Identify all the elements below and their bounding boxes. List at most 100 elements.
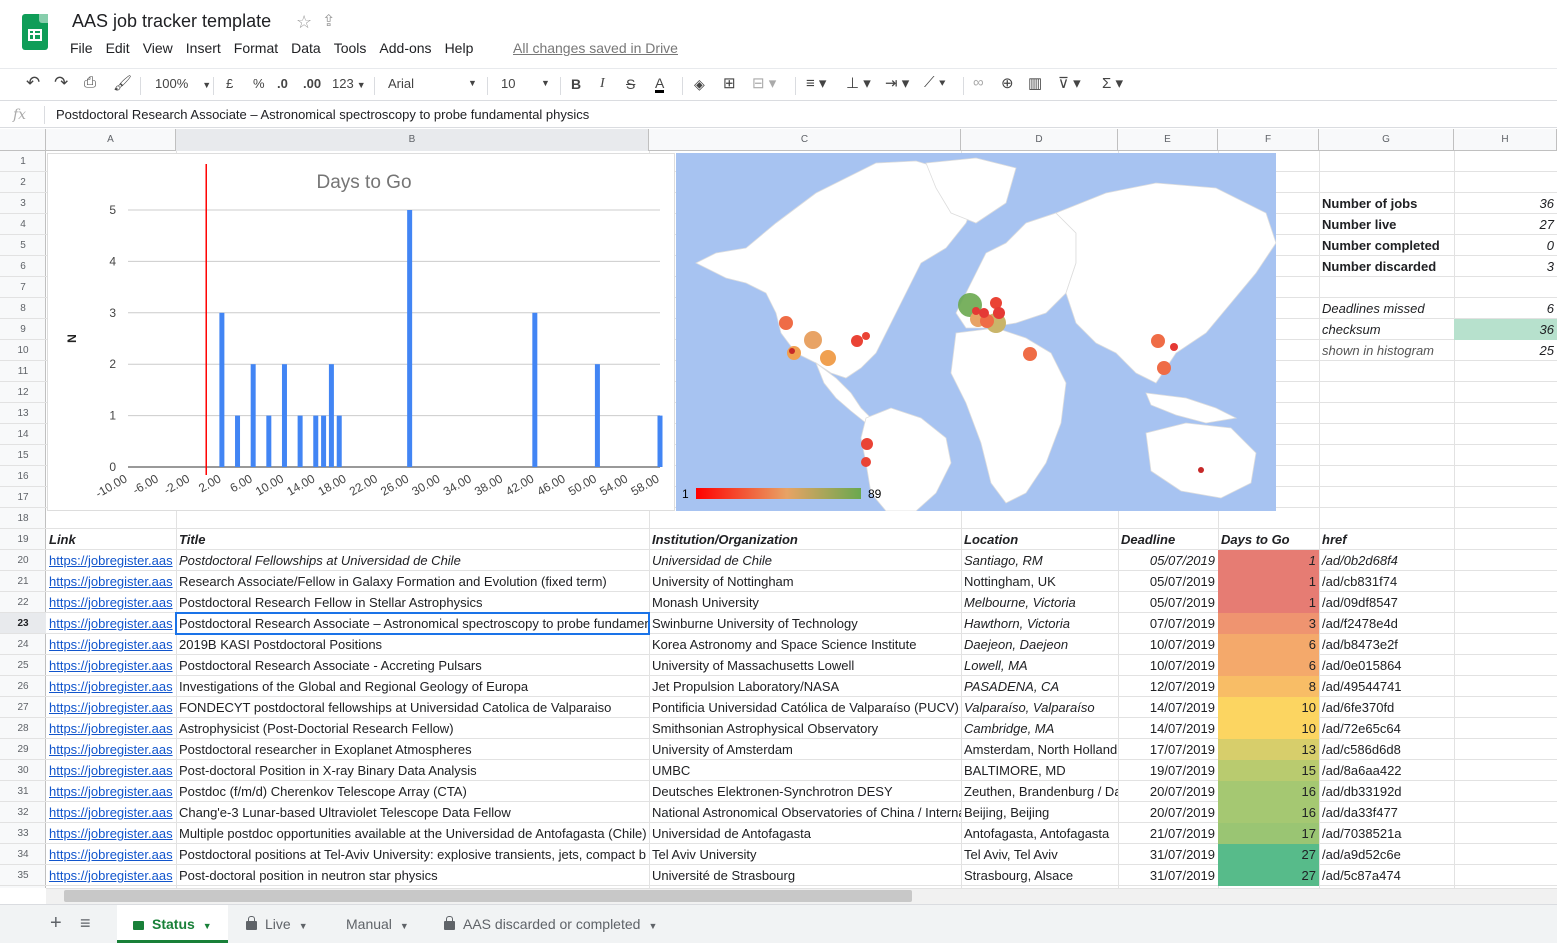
more-formats-select[interactable]: 123 ▼ (332, 76, 366, 91)
job-location[interactable]: Amsterdam, North Holland (961, 739, 1118, 760)
job-deadline[interactable]: 17/07/2019 (1118, 739, 1218, 760)
sheet-tab-discarded[interactable]: AAS discarded or completed ▼ (428, 905, 673, 943)
job-location[interactable]: Valparaíso, Valparaíso (961, 697, 1118, 718)
job-location[interactable]: Hawthorn, Victoria (961, 613, 1118, 634)
vertical-align-icon[interactable]: ⊥ ▾ (846, 74, 871, 92)
job-href[interactable]: /ad/8a6aa422 (1319, 760, 1454, 781)
map-marker[interactable] (851, 335, 863, 347)
sheets-logo-icon[interactable] (22, 14, 48, 50)
job-location[interactable]: Santiago, RM (961, 550, 1118, 571)
job-link[interactable]: https://jobregister.aas (46, 823, 176, 844)
row-header[interactable]: 27 (0, 697, 46, 718)
text-rotate-icon[interactable]: ⟋ ▾ (924, 74, 946, 91)
zoom-select[interactable]: 100% ▼ (155, 76, 211, 91)
job-institution[interactable]: Swinburne University of Technology (649, 613, 961, 634)
job-location[interactable]: Cambridge, MA (961, 718, 1118, 739)
undo-icon[interactable]: ↶ (26, 73, 40, 93)
job-href[interactable]: /ad/b8473e2f (1319, 634, 1454, 655)
job-institution[interactable]: Korea Astronomy and Space Science Instit… (649, 634, 961, 655)
job-institution[interactable]: University of Massachusetts Lowell (649, 655, 961, 676)
job-deadline[interactable]: 05/07/2019 (1118, 550, 1218, 571)
job-deadline[interactable]: 10/07/2019 (1118, 655, 1218, 676)
job-link[interactable]: https://jobregister.aas (46, 655, 176, 676)
job-location[interactable]: Daejeon, Daejeon (961, 634, 1118, 655)
job-deadline[interactable]: 20/07/2019 (1118, 802, 1218, 823)
job-href[interactable]: /ad/c586d6d8 (1319, 739, 1454, 760)
map-marker[interactable] (861, 438, 873, 450)
row-header[interactable]: 16 (0, 466, 46, 487)
summary-label[interactable]: checksum (1319, 319, 1454, 340)
job-href[interactable]: /ad/f2478e4d (1319, 613, 1454, 634)
row-header[interactable]: 26 (0, 676, 46, 697)
job-href[interactable]: /ad/0e015864 (1319, 655, 1454, 676)
redo-icon[interactable]: ↷ (54, 73, 68, 93)
row-header[interactable]: 8 (0, 298, 46, 319)
job-deadline[interactable]: 12/07/2019 (1118, 676, 1218, 697)
summary-label[interactable]: Number of jobs (1319, 193, 1454, 214)
row-header[interactable]: 22 (0, 592, 46, 613)
job-days-to-go[interactable]: 10 (1218, 718, 1319, 739)
job-location[interactable]: Tel Aviv, Tel Aviv (961, 844, 1118, 865)
job-institution[interactable]: University of Amsterdam (649, 739, 961, 760)
menu-help[interactable]: Help (445, 40, 474, 56)
job-days-to-go[interactable]: 6 (1218, 634, 1319, 655)
column-title-href[interactable]: href (1319, 529, 1454, 550)
map-marker[interactable] (1023, 347, 1037, 361)
menu-insert[interactable]: Insert (186, 40, 221, 56)
row-header[interactable]: 25 (0, 655, 46, 676)
menu-addons[interactable]: Add-ons (379, 40, 431, 56)
insert-comment-icon[interactable]: ⊕ (1001, 74, 1014, 92)
job-link[interactable]: https://jobregister.aas (46, 592, 176, 613)
insert-chart-icon[interactable]: ▥ (1028, 74, 1042, 92)
map-marker[interactable] (1157, 361, 1171, 375)
job-location[interactable]: PASADENA, CA (961, 676, 1118, 697)
map-marker[interactable] (993, 307, 1005, 319)
job-institution[interactable]: Monash University (649, 592, 961, 613)
row-header[interactable]: 31 (0, 781, 46, 802)
job-href[interactable]: /ad/cb831f74 (1319, 571, 1454, 592)
sheet-tab-manual[interactable]: Manual ▼ (330, 905, 425, 943)
column-title-title[interactable]: Title (176, 529, 649, 550)
job-title[interactable]: Postdoctoral Research Associate - Accret… (176, 655, 649, 676)
job-institution[interactable]: UMBC (649, 760, 961, 781)
star-icon[interactable]: ☆ (296, 12, 312, 33)
job-link[interactable]: https://jobregister.aas (46, 739, 176, 760)
italic-button[interactable]: I (600, 76, 605, 92)
paint-format-icon[interactable]: 🖌 (113, 74, 132, 92)
job-deadline[interactable]: 19/07/2019 (1118, 760, 1218, 781)
row-header[interactable]: 3 (0, 193, 46, 214)
percent-button[interactable]: % (253, 76, 265, 91)
map-marker[interactable] (972, 307, 980, 315)
add-sheet-icon[interactable]: + (50, 912, 62, 935)
job-days-to-go[interactable]: 3 (1218, 613, 1319, 634)
row-header[interactable]: 20 (0, 550, 46, 571)
formula-input[interactable]: Postdoctoral Research Associate – Astron… (56, 107, 589, 122)
row-header[interactable]: 5 (0, 235, 46, 256)
job-days-to-go[interactable]: 27 (1218, 865, 1319, 886)
job-deadline[interactable]: 05/07/2019 (1118, 571, 1218, 592)
job-location[interactable]: Melbourne, Victoria (961, 592, 1118, 613)
menu-view[interactable]: View (143, 40, 173, 56)
all-sheets-icon[interactable]: ≡ (80, 913, 91, 934)
job-location[interactable]: Beijing, Beijing (961, 802, 1118, 823)
job-days-to-go[interactable]: 16 (1218, 802, 1319, 823)
column-header-h[interactable]: H (1454, 129, 1557, 151)
job-link[interactable]: https://jobregister.aas (46, 550, 176, 571)
row-header[interactable]: 10 (0, 340, 46, 361)
job-href[interactable]: /ad/09df8547 (1319, 592, 1454, 613)
row-header[interactable]: 11 (0, 361, 46, 382)
job-link[interactable]: https://jobregister.aas (46, 760, 176, 781)
functions-icon[interactable]: Σ ▾ (1102, 74, 1123, 92)
menu-file[interactable]: File (70, 40, 93, 56)
merge-cells-icon[interactable]: ⊟ ▾ (752, 74, 776, 92)
job-deadline[interactable]: 31/07/2019 (1118, 844, 1218, 865)
insert-link-icon[interactable]: ∞ (973, 74, 984, 91)
job-location[interactable]: Lowell, MA (961, 655, 1118, 676)
map-marker[interactable] (1151, 334, 1165, 348)
menu-edit[interactable]: Edit (106, 40, 130, 56)
row-header[interactable]: 24 (0, 634, 46, 655)
row-header[interactable]: 19 (0, 529, 46, 550)
job-institution[interactable]: Pontificia Universidad Católica de Valpa… (649, 697, 961, 718)
menu-format[interactable]: Format (234, 40, 278, 56)
job-href[interactable]: /ad/5c87a474 (1319, 865, 1454, 886)
